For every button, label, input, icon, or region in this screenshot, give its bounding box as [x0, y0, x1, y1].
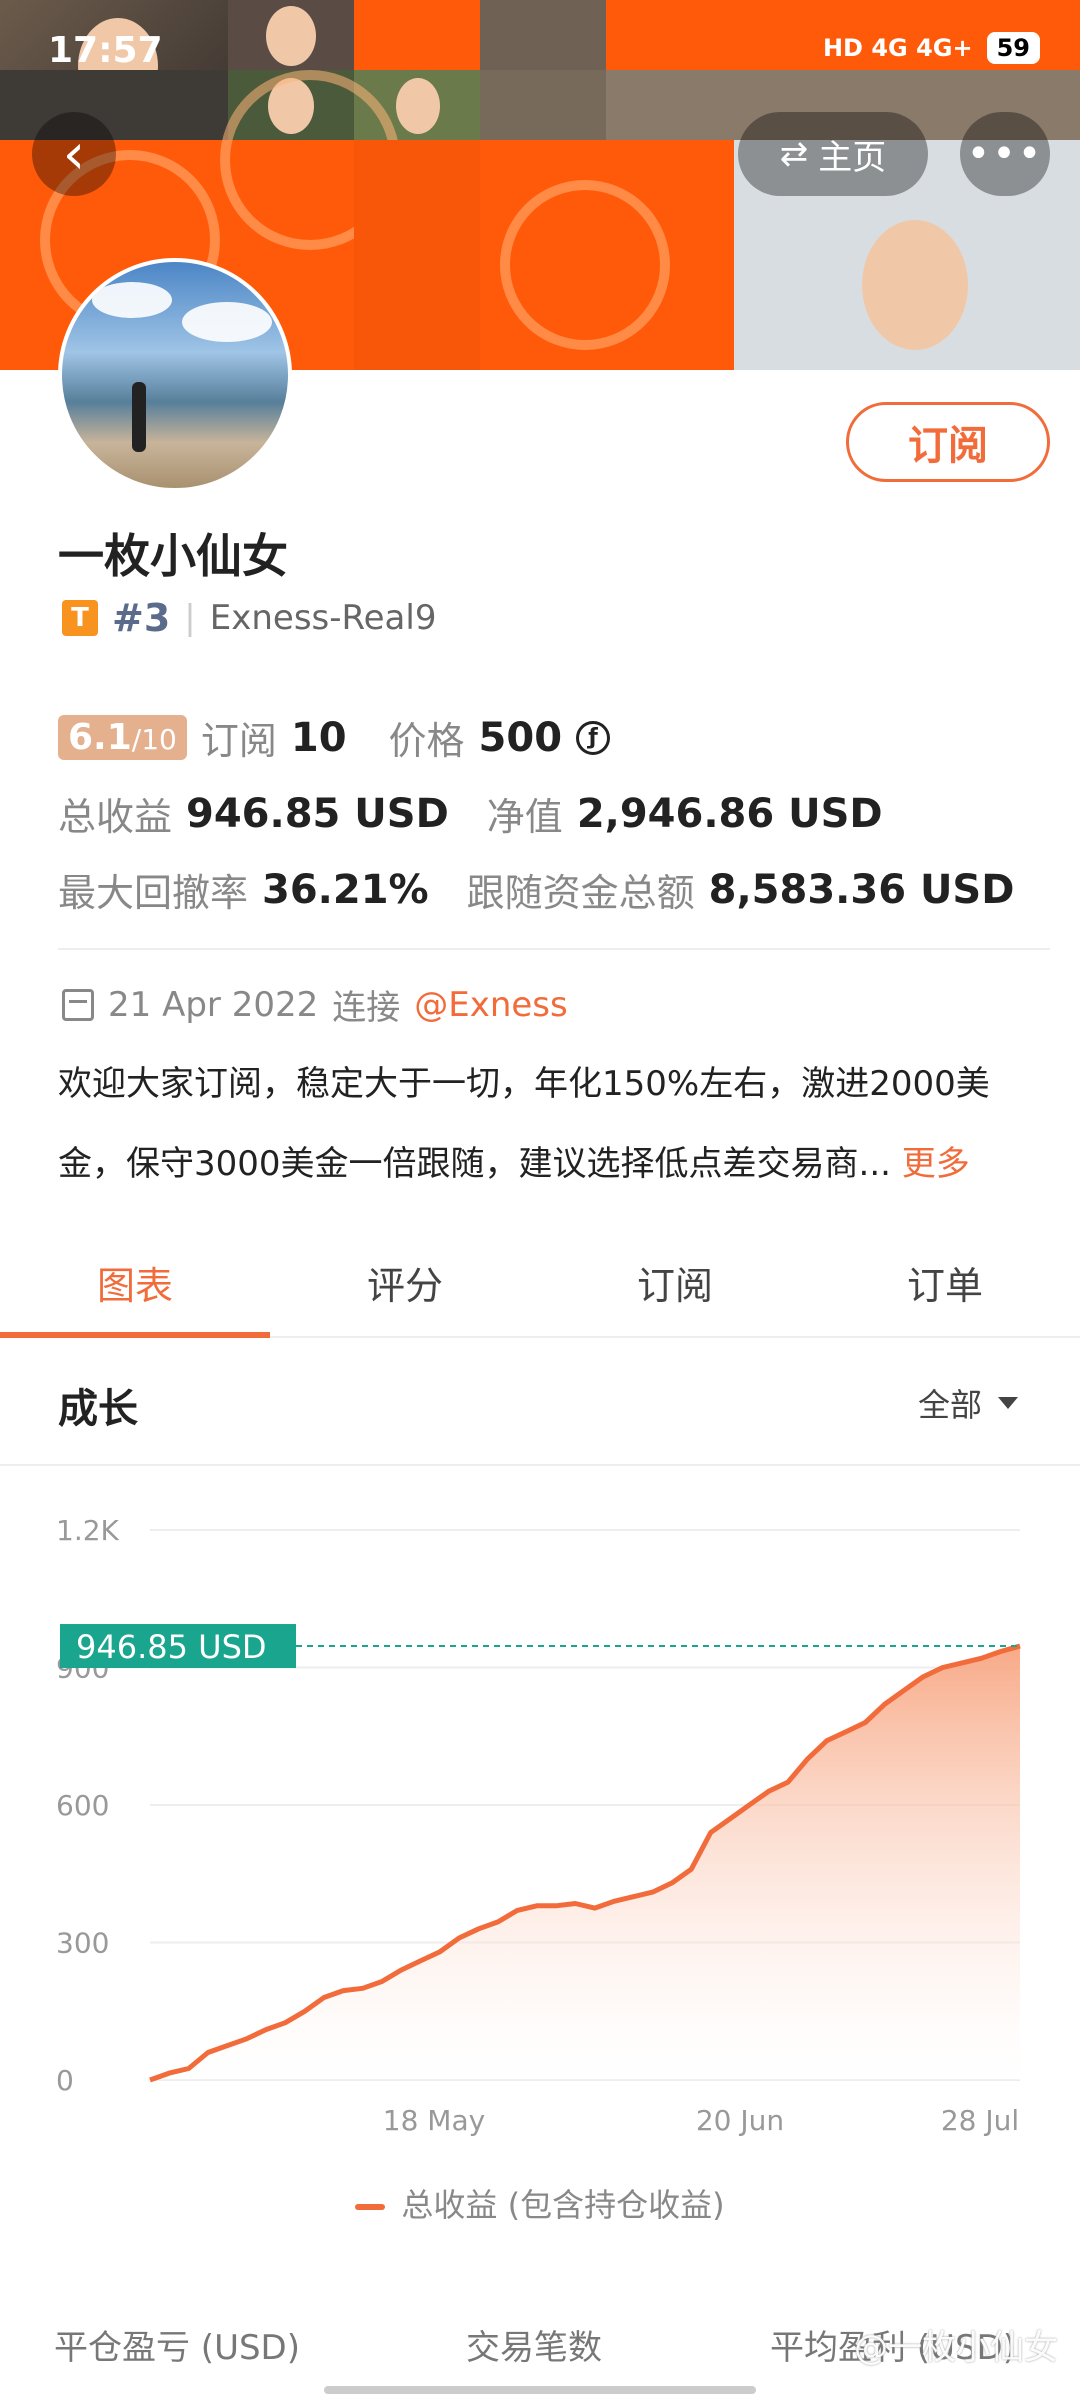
- tab-rating[interactable]: 评分: [270, 1228, 540, 1336]
- connect-label: 连接: [332, 988, 401, 1028]
- join-info-row: 21 Apr 2022 连接 @Exness: [62, 980, 568, 1029]
- price-value: 500: [478, 714, 563, 761]
- banner-orange-tile: [480, 140, 734, 370]
- profit-row: 总收益 946.85 USD 净值 2,946.86 USD: [58, 786, 883, 841]
- tab-bar: 图表 评分 订阅 订单: [0, 1228, 1080, 1338]
- divider: [58, 948, 1050, 950]
- calendar-icon: [62, 988, 94, 1021]
- swap-icon: ⇄: [779, 134, 809, 174]
- rank-number: #3: [112, 596, 171, 640]
- drawdown-value: 36.21%: [262, 866, 429, 913]
- total-profit-value: 946.85 USD: [186, 790, 449, 837]
- score-badge: 6.1/10: [58, 715, 187, 760]
- description-text: 欢迎大家订阅，稳定大于一切，年化150%左右，激进2000美金，保守3000美金…: [58, 1064, 990, 1184]
- home-label: 主页: [818, 137, 887, 178]
- person-silhouette: [132, 382, 146, 452]
- score-denominator: /10: [131, 723, 177, 756]
- follow-funds-label: 跟随资金总额: [466, 871, 695, 915]
- legend-swatch: [355, 2204, 386, 2210]
- status-bar: 17:57 HD 4G 4G+ 59: [0, 0, 1080, 100]
- y-tick-label: 0: [56, 2064, 74, 2097]
- strategy-description: 欢迎大家订阅，稳定大于一切，年化150%左右，激进2000美金，保守3000美金…: [58, 1044, 1038, 1204]
- coin-icon: ƒ: [576, 720, 611, 755]
- section-title: 成长: [58, 1386, 138, 1432]
- battery-icon: 59: [986, 32, 1040, 64]
- banner-orange-tile: [354, 140, 480, 370]
- chart-legend: 总收益 (包含持仓收益): [0, 2180, 1080, 2226]
- legend-label: 总收益 (包含持仓收益): [401, 2186, 725, 2224]
- join-date: 21 Apr 2022: [108, 984, 319, 1025]
- y-tick-label: 1.2K: [56, 1514, 120, 1547]
- profile-name: 一枚小仙女: [58, 529, 288, 583]
- avatar[interactable]: [58, 258, 292, 492]
- y-tick-label: 600: [56, 1789, 109, 1822]
- y-tick-label: 300: [56, 1927, 109, 1960]
- tab-subscribe[interactable]: 订阅: [540, 1228, 810, 1336]
- rank-row: T #3 | Exness-Real9: [62, 596, 436, 640]
- tab-orders[interactable]: 订单: [810, 1228, 1080, 1336]
- growth-chart-svg: 03006009001.2K946.85 USD18 May20 Jun28 J…: [56, 1514, 1021, 2137]
- status-time: 17:57: [48, 30, 163, 71]
- more-dots-icon: •••: [966, 131, 1044, 177]
- growth-chart: 03006009001.2K946.85 USD18 May20 Jun28 J…: [0, 1480, 1080, 2180]
- divider: |: [184, 598, 196, 638]
- trades-label: 交易笔数: [466, 2328, 602, 2368]
- subs-value: 10: [290, 714, 347, 761]
- x-tick-label: 18 May: [383, 2104, 485, 2137]
- home-button[interactable]: ⇄ 主页: [738, 112, 928, 196]
- more-link[interactable]: 更多: [902, 1144, 970, 1184]
- drawdown-row: 最大回撤率 36.21% 跟随资金总额 8,583.36 USD: [58, 862, 1014, 917]
- network-indicator: HD 4G 4G+: [822, 34, 973, 62]
- more-button[interactable]: •••: [960, 112, 1050, 196]
- equity-label: 净值: [486, 795, 563, 839]
- filter-label: 全部: [917, 1386, 982, 1424]
- series-area: [150, 1646, 1020, 2080]
- chevron-left-icon: ‹: [62, 121, 86, 187]
- period-filter-dropdown[interactable]: 全部: [918, 1380, 1018, 1426]
- home-indicator[interactable]: [324, 2386, 756, 2394]
- subs-label: 订阅: [200, 719, 277, 763]
- drawdown-label: 最大回撤率: [58, 871, 249, 915]
- follow-funds-value: 8,583.36 USD: [708, 866, 1015, 913]
- rating-row: 6.1/10 订阅 10 价格 500 ƒ: [58, 710, 611, 765]
- equity-value: 2,946.86 USD: [576, 790, 883, 837]
- trader-badge-icon: T: [62, 600, 98, 636]
- current-value-label: 946.85 USD: [76, 1628, 267, 1666]
- x-tick-label: 20 Jun: [696, 2104, 784, 2137]
- subscribe-button[interactable]: 订阅: [846, 402, 1050, 482]
- broker-link[interactable]: @Exness: [414, 985, 568, 1025]
- x-tick-label: 28 Jul: [941, 2104, 1019, 2137]
- total-profit-label: 总收益: [58, 795, 173, 839]
- tab-chart[interactable]: 图表: [0, 1228, 270, 1338]
- score-main: 6.1: [68, 717, 132, 758]
- back-button[interactable]: ‹: [32, 112, 116, 196]
- growth-section-header: 成长 全部: [0, 1338, 1080, 1466]
- closed-pl-label: 平仓盈亏 (USD): [54, 2328, 300, 2368]
- status-icons: HD 4G 4G+ 59: [823, 32, 1040, 64]
- account-server: Exness-Real9: [209, 598, 437, 638]
- chevron-down-icon: [998, 1397, 1018, 1409]
- price-label: 价格: [388, 719, 465, 763]
- watermark: @一枚小仙女: [854, 2328, 1058, 2368]
